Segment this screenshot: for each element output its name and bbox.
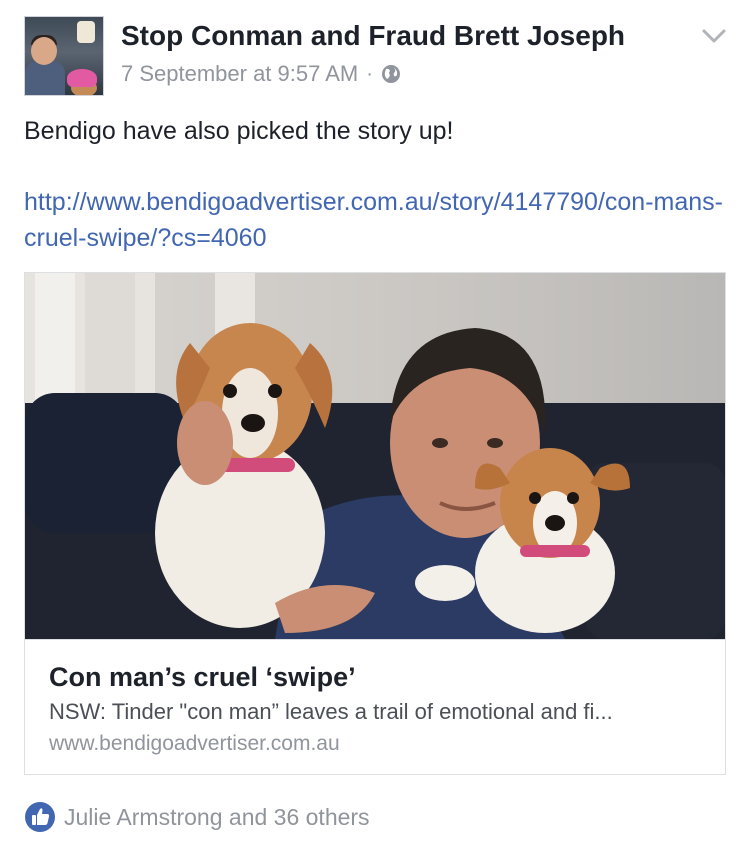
globe-icon bbox=[381, 64, 401, 84]
post-author-name[interactable]: Stop Conman and Fraud Brett Joseph bbox=[121, 20, 625, 52]
post-link[interactable]: http://www.bendigoadvertiser.com.au/stor… bbox=[24, 184, 734, 256]
link-preview-card[interactable]: Con man’s cruel ‘swipe’ NSW: Tinder "con… bbox=[24, 272, 726, 775]
post-timestamp[interactable]: 7 September at 9:57 AM bbox=[121, 61, 358, 87]
reaction-summary[interactable]: Julie Armstrong and 36 others bbox=[64, 804, 370, 831]
like-icon bbox=[24, 801, 56, 833]
post-text: Bendigo have also picked the story up! bbox=[24, 117, 454, 145]
chevron-down-icon[interactable] bbox=[700, 22, 728, 50]
link-preview-description: NSW: Tinder "con man” leaves a trail of … bbox=[49, 699, 613, 724]
page-avatar[interactable] bbox=[24, 16, 104, 96]
link-preview-title[interactable]: Con man’s cruel ‘swipe’ bbox=[49, 662, 356, 693]
post-meta: 7 September at 9:57 AM · bbox=[121, 61, 401, 87]
post-header: Stop Conman and Fraud Brett Joseph 7 Sep… bbox=[24, 16, 736, 96]
link-preview-image[interactable] bbox=[25, 273, 725, 639]
link-preview-domain: www.bendigoadvertiser.com.au bbox=[49, 732, 340, 755]
meta-separator: · bbox=[366, 62, 373, 85]
reactions-bar[interactable]: Julie Armstrong and 36 others bbox=[24, 800, 370, 834]
link-preview-body[interactable]: Con man’s cruel ‘swipe’ NSW: Tinder "con… bbox=[25, 639, 725, 774]
